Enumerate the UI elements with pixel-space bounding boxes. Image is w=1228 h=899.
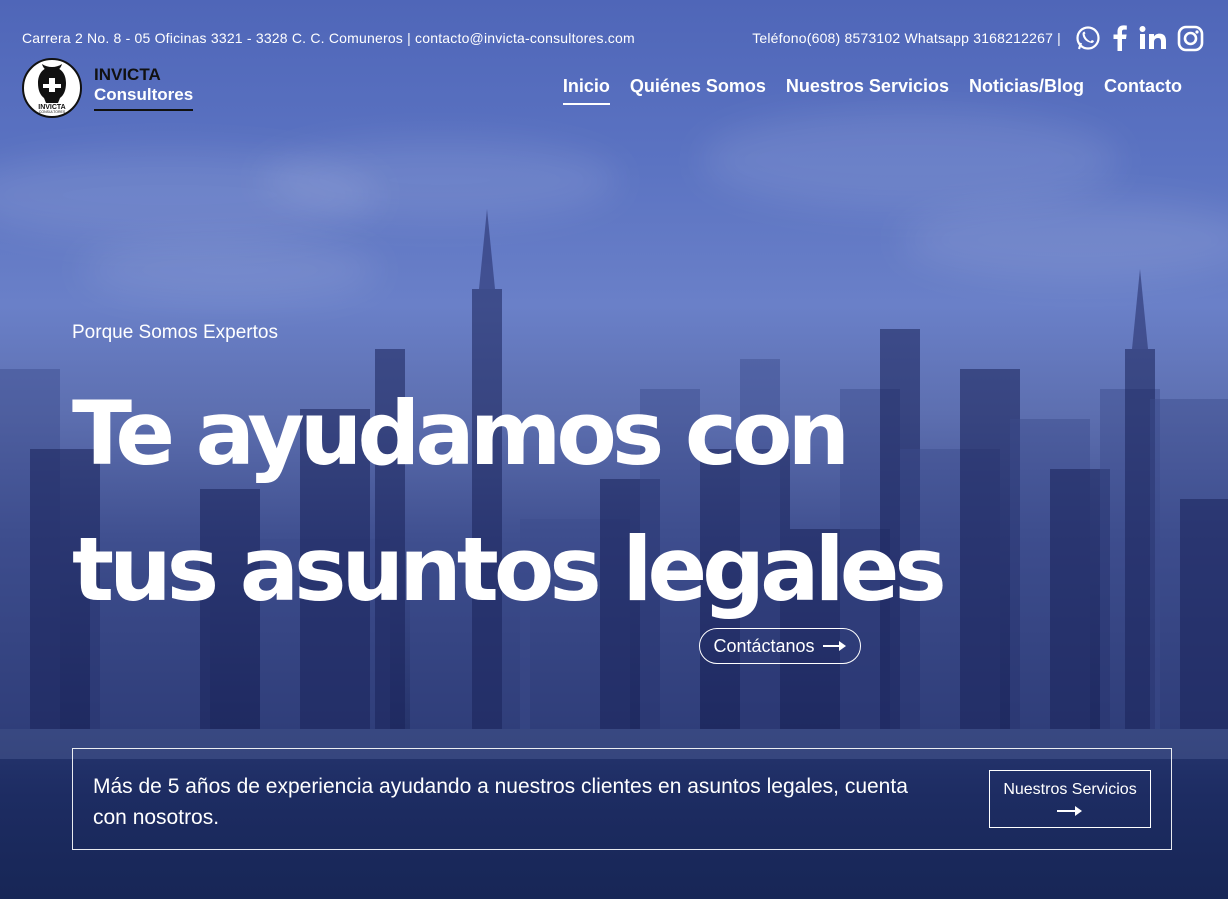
logo-line-consultores: Consultores [94,85,194,112]
experience-text: Más de 5 años de experiencia ayudando a … [93,775,908,829]
headline-line-1: Te ayudamos con [72,382,850,485]
contactanos-label: Contáctanos [713,635,815,656]
nav-item-contacto[interactable]: Contacto [1104,76,1182,105]
headline-line-2: tus asuntos legales [72,518,947,621]
main-nav: Inicio Quiénes Somos Nuestros Servicios … [562,76,1182,105]
hero-headline: Te ayudamos con tus asuntos legales [72,366,972,638]
logo-line-invicta: INVICTA [94,64,161,84]
nav-item-quienes-somos[interactable]: Quiénes Somos [630,76,766,105]
instagram-icon[interactable] [1177,25,1204,52]
emblem-subtext: CONSULTORES [39,110,66,114]
social-links [1075,25,1204,52]
contactanos-button[interactable]: Contáctanos [699,628,861,664]
nav-item-nuestros-servicios[interactable]: Nuestros Servicios [786,76,949,105]
nuestros-servicios-label: Nuestros Servicios [1003,781,1137,798]
nav-item-noticias-blog[interactable]: Noticias/Blog [969,76,1084,105]
nuestros-servicios-button[interactable]: Nuestros Servicios [989,770,1151,828]
address-email-text: Carrera 2 No. 8 - 05 Oficinas 3321 - 332… [22,30,635,46]
nav-item-inicio[interactable]: Inicio [562,76,610,105]
hero-eyebrow: Porque Somos Expertos [72,322,278,343]
phone-text: Teléfono(608) 8573102 Whatsapp 316821226… [752,30,1061,46]
top-contact-bar: Carrera 2 No. 8 - 05 Oficinas 3321 - 332… [22,25,1204,52]
arrow-right-icon [822,641,846,651]
facebook-icon[interactable] [1111,25,1129,51]
linkedin-icon[interactable] [1139,26,1167,50]
brand-logo[interactable]: INVICTA CONSULTORES INVICTA Consultores [22,58,194,118]
whatsapp-icon[interactable] [1075,25,1101,51]
experience-box: Más de 5 años de experiencia ayudando a … [72,748,1172,850]
arrow-right-icon [1057,806,1082,816]
spartan-helmet-icon: INVICTA CONSULTORES [22,58,82,118]
